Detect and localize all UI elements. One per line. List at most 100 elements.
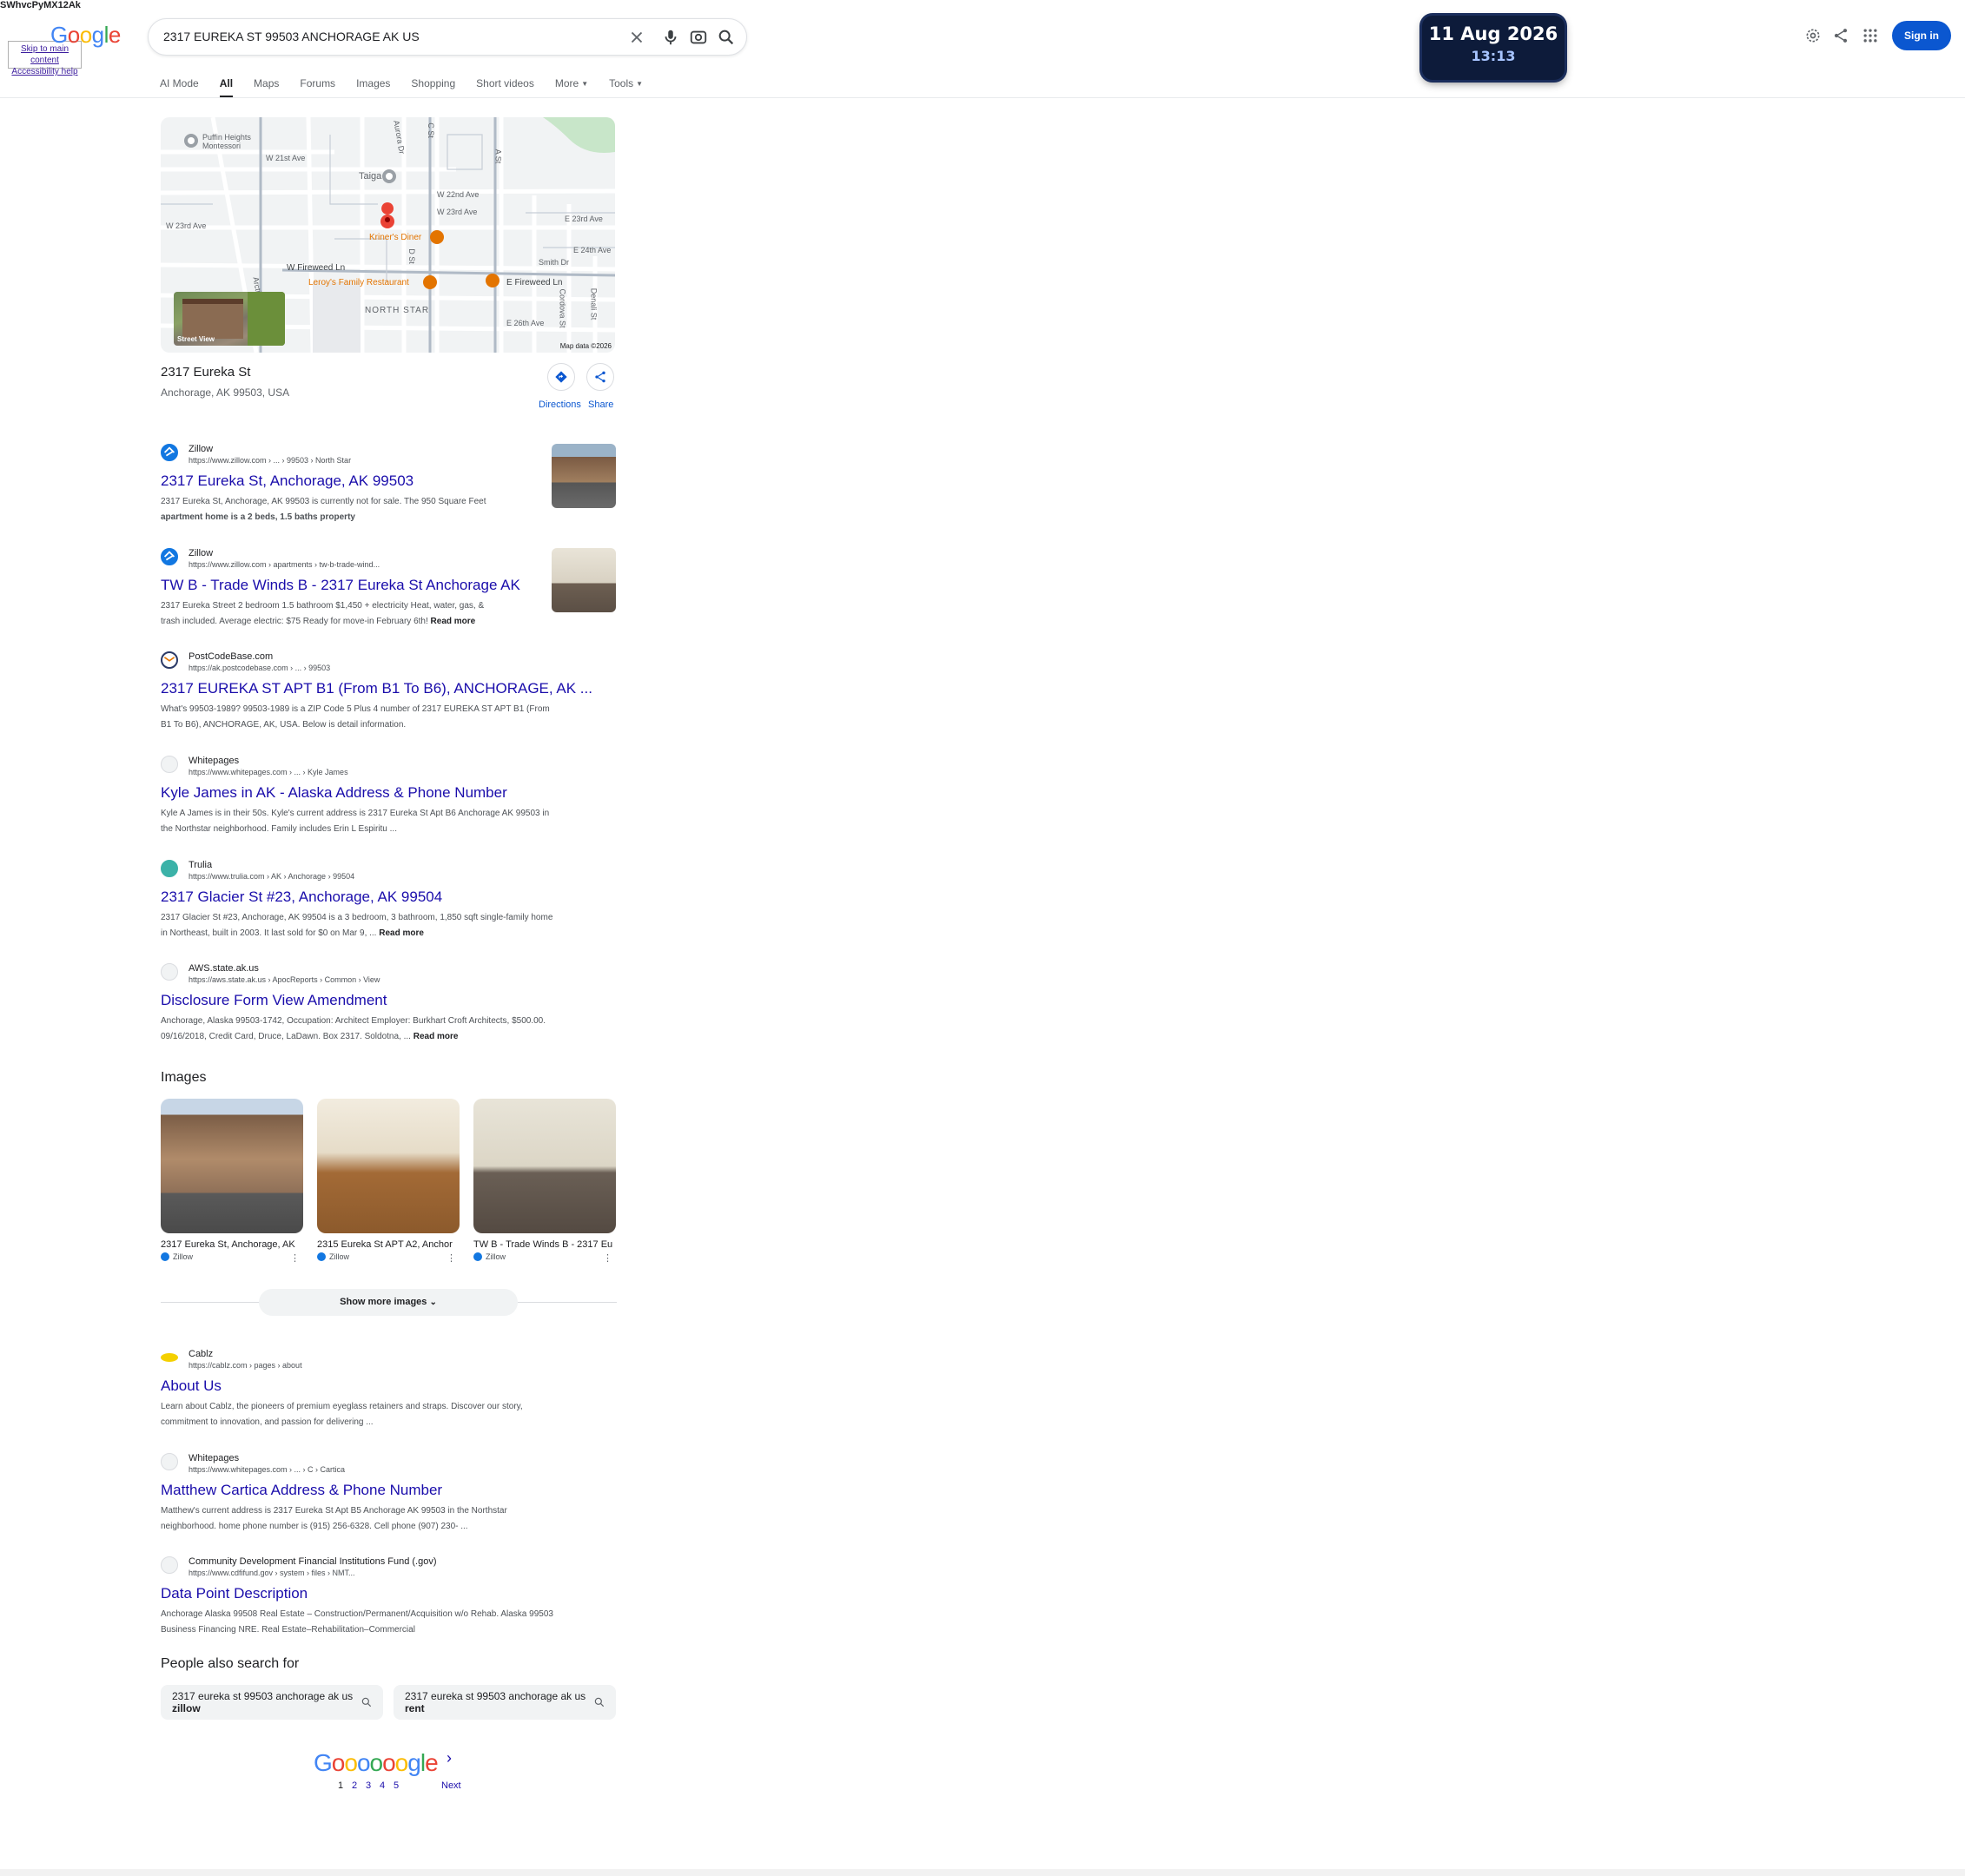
result-site-name: Zillow	[189, 444, 214, 454]
result-snippet: Learn about Cablz, the pioneers of premi…	[161, 1399, 523, 1430]
result-thumbnail[interactable]	[552, 444, 616, 508]
tab-tools[interactable]: Tools ▼	[609, 76, 643, 97]
map-label-kriners[interactable]: Kriner's Diner	[369, 233, 421, 242]
directions-icon	[555, 371, 567, 383]
search-icon[interactable]	[717, 28, 736, 47]
search-icon	[594, 1697, 605, 1708]
result-site-name: PostCodeBase.com	[189, 651, 274, 662]
image-thumbnail[interactable]	[317, 1099, 460, 1233]
map-label-wfire: W Fireweed Ln	[287, 263, 346, 273]
tab-more[interactable]: More ▼	[555, 76, 588, 97]
sign-in-button[interactable]: Sign in	[1892, 21, 1951, 50]
result-thumbnail[interactable]	[552, 548, 616, 612]
map-label-smith: Smith Dr	[539, 258, 570, 267]
microphone-icon[interactable]	[661, 28, 680, 47]
map-label-northstar: NORTH STAR	[365, 306, 430, 315]
page-number-link[interactable]: 4	[380, 1780, 385, 1791]
state-ak-icon	[161, 963, 178, 981]
result-url[interactable]: https://aws.state.ak.us › ApocReports › …	[189, 975, 380, 984]
image-card[interactable]: 2317 Eureka St, Anchorage, AK Zillow ⋮	[161, 1099, 303, 1264]
share-button[interactable]	[586, 363, 614, 391]
lens-icon[interactable]	[689, 28, 708, 47]
result-url[interactable]: https://www.whitepages.com › ... › Kyle …	[189, 768, 348, 776]
accessibility-help-link[interactable]: Accessibility help	[9, 66, 81, 77]
result-title-link[interactable]: 2317 Glacier St #23, Anchorage, AK 99504	[161, 888, 442, 906]
chip-bold: zillow	[172, 1702, 201, 1714]
image-source: Zillow ⋮	[317, 1252, 460, 1264]
read-more-link[interactable]: Read more	[379, 928, 424, 938]
street-view-thumbnail[interactable]: Street View	[174, 292, 285, 346]
image-source: Zillow ⋮	[161, 1252, 303, 1264]
footer-bar	[0, 1869, 1965, 1876]
tab-shopping[interactable]: Shopping	[411, 76, 455, 97]
caret-down-icon: ▼	[581, 80, 589, 88]
result-url[interactable]: https://www.cdfifund.gov › system › file…	[189, 1569, 355, 1577]
result-title-link[interactable]: Matthew Cartica Address & Phone Number	[161, 1482, 442, 1499]
result-title-link[interactable]: 2317 Eureka St, Anchorage, AK 99503	[161, 472, 414, 490]
directions-label[interactable]: Directions	[539, 400, 581, 410]
result-snippet: Anchorage, Alaska 99503-1742, Occupation…	[161, 1014, 546, 1045]
next-page-link[interactable]: Next	[441, 1780, 461, 1791]
more-options-icon[interactable]: ⋮	[447, 1252, 456, 1264]
tab-all[interactable]: All	[219, 76, 234, 98]
result-site-name: Cablz	[189, 1349, 214, 1359]
result-title-link[interactable]: 2317 EUREKA ST APT B1 (From B1 To B6), A…	[161, 680, 592, 697]
result-url[interactable]: https://ak.postcodebase.com › ... › 9950…	[189, 664, 330, 672]
result-url[interactable]: https://cablz.com › pages › about	[189, 1361, 302, 1370]
share-icon[interactable]	[1832, 27, 1849, 44]
result-url[interactable]: https://www.zillow.com › ... › 99503 › N…	[189, 456, 351, 465]
image-thumbnail[interactable]	[473, 1099, 616, 1233]
clear-icon[interactable]	[627, 28, 646, 47]
search-input[interactable]: 2317 EUREKA ST 99503 ANCHORAGE AK US	[163, 30, 420, 43]
share-label[interactable]: Share	[588, 400, 613, 410]
zillow-icon	[161, 1252, 169, 1261]
settings-icon[interactable]	[1804, 27, 1822, 44]
directions-button[interactable]	[547, 363, 575, 391]
tab-ai-mode[interactable]: AI Mode	[160, 76, 199, 97]
result-title-link[interactable]: About Us	[161, 1377, 222, 1395]
show-more-label: Show more images	[340, 1297, 427, 1307]
snippet-line-2: the Northstar neighborhood. Family inclu…	[161, 824, 397, 834]
read-more-link[interactable]: Read more	[414, 1032, 459, 1041]
page-number-link[interactable]: 5	[394, 1780, 399, 1791]
image-caption[interactable]: 2317 Eureka St, Anchorage, AK	[161, 1239, 303, 1250]
zillow-icon	[473, 1252, 482, 1261]
search-box[interactable]: 2317 EUREKA ST 99503 ANCHORAGE AK US	[148, 18, 747, 56]
map-label-dst: D St	[407, 248, 416, 264]
more-options-icon[interactable]: ⋮	[290, 1252, 300, 1264]
chevron-right-icon[interactable]: ›	[447, 1749, 452, 1767]
show-more-images-button[interactable]: Show more images ⌄	[259, 1289, 518, 1316]
map-label-leroys[interactable]: Leroy's Family Restaurant	[308, 278, 409, 287]
more-options-icon[interactable]: ⋮	[603, 1252, 612, 1264]
image-caption[interactable]: 2315 Eureka St APT A2, Anchor	[317, 1239, 460, 1250]
image-card[interactable]: 2315 Eureka St APT A2, Anchor Zillow ⋮	[317, 1099, 460, 1264]
image-caption[interactable]: TW B - Trade Winds B - 2317 Eu	[473, 1239, 616, 1250]
page-number-link[interactable]: 2	[352, 1780, 357, 1791]
result-title-link[interactable]: TW B - Trade Winds B - 2317 Eureka St An…	[161, 577, 520, 594]
result-title-link[interactable]: Kyle James in AK - Alaska Address & Phon…	[161, 784, 507, 802]
apps-grid-icon[interactable]	[1862, 27, 1879, 44]
result-url[interactable]: https://www.zillow.com › apartments › tw…	[189, 560, 380, 569]
tab-images[interactable]: Images	[356, 76, 390, 97]
map-card[interactable]: Puffin Heights Montessori W 21st Ave Tai…	[161, 117, 615, 353]
image-source-name: Zillow	[329, 1252, 350, 1261]
tab-forums[interactable]: Forums	[300, 76, 335, 97]
related-search-chip[interactable]: 2317 eureka st 99503 anchorage ak us zil…	[161, 1685, 383, 1720]
result-url[interactable]: https://www.trulia.com › AK › Anchorage …	[189, 872, 354, 881]
search-tabs: AI Mode All Maps Forums Images Shopping …	[160, 76, 664, 98]
tab-short-videos[interactable]: Short videos	[476, 76, 534, 97]
google-logo[interactable]: Google	[50, 22, 121, 49]
image-card[interactable]: TW B - Trade Winds B - 2317 Eu Zillow ⋮	[473, 1099, 616, 1264]
map-label-cordova: Cordova St	[558, 288, 567, 328]
read-more-link[interactable]: Read more	[431, 617, 476, 626]
page-number-current: 1	[338, 1780, 344, 1791]
result-url[interactable]: https://www.whitepages.com › ... › C › C…	[189, 1465, 345, 1474]
result-title-link[interactable]: Disclosure Form View Amendment	[161, 992, 387, 1009]
result-title-link[interactable]: Data Point Description	[161, 1585, 308, 1602]
tab-maps[interactable]: Maps	[254, 76, 279, 97]
page-number-link[interactable]: 3	[366, 1780, 371, 1791]
snippet-line-2: 09/16/2018, Credit Card, Druce, LaDawn. …	[161, 1029, 546, 1045]
image-thumbnail[interactable]	[161, 1099, 303, 1233]
place-address: Anchorage, AK 99503, USA	[161, 386, 290, 399]
related-search-chip[interactable]: 2317 eureka st 99503 anchorage ak us ren…	[394, 1685, 616, 1720]
